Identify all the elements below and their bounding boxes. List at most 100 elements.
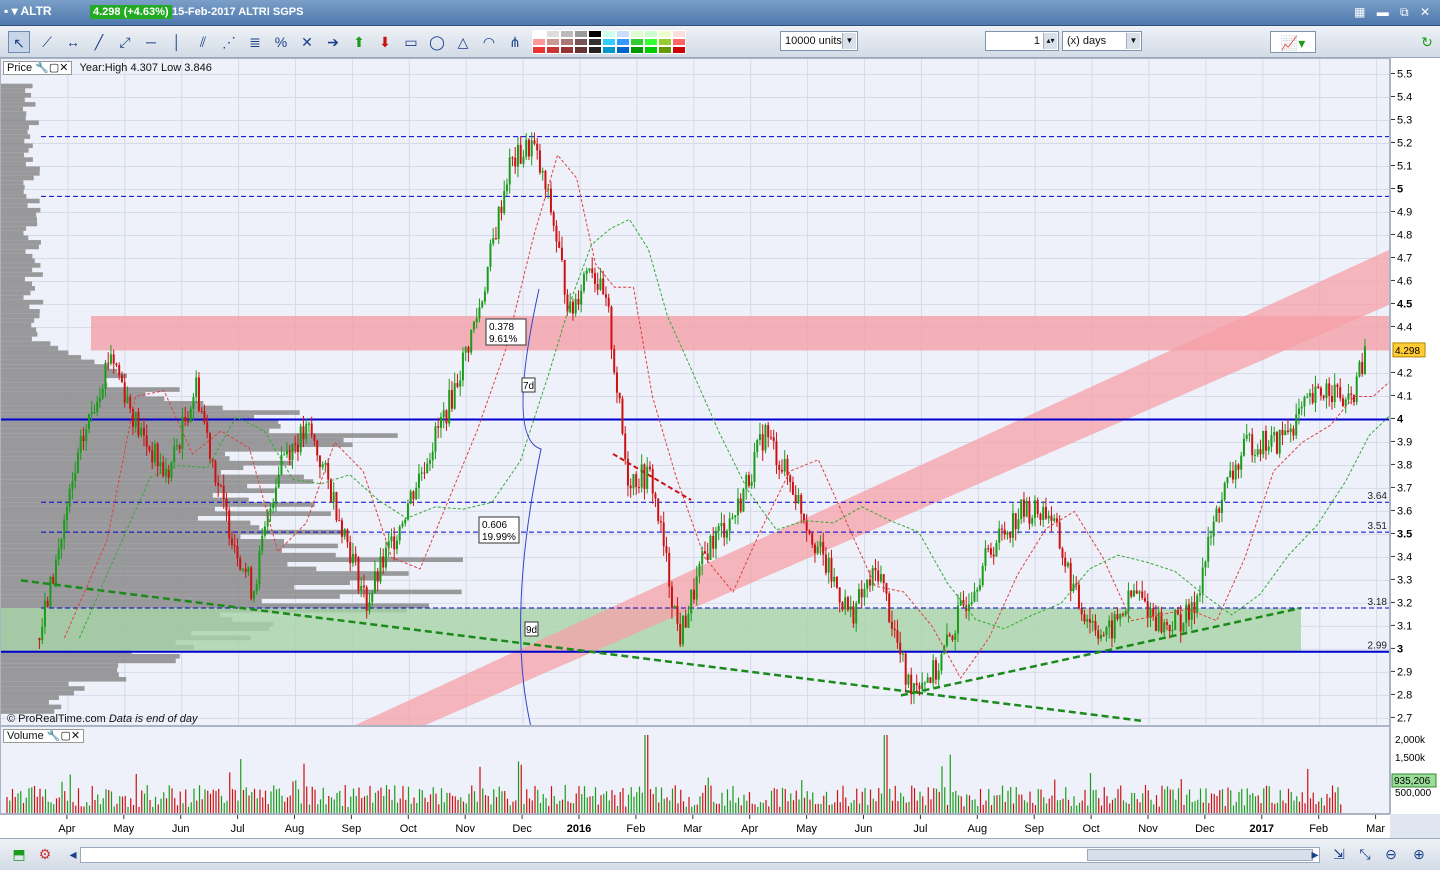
candle-body <box>846 597 849 610</box>
arc-tool-icon[interactable]: ◠ <box>478 31 500 53</box>
candle-body <box>1102 634 1105 636</box>
candle-body <box>181 416 184 449</box>
candle-body <box>274 487 277 504</box>
zoom-out-icon[interactable]: ⊖ <box>1380 843 1402 865</box>
candle-body <box>98 398 101 402</box>
candle-body <box>844 597 847 610</box>
symbol-label[interactable]: ▪ ▾ ALTR <box>4 4 52 18</box>
candle-body <box>888 593 891 622</box>
candle-body <box>508 157 511 185</box>
moving-average-short <box>63 153 1389 680</box>
candle-body <box>978 585 981 590</box>
indicator-icon[interactable]: ⚙ <box>34 843 56 865</box>
candle-body <box>984 548 987 566</box>
price-tick-label: 5.3 <box>1397 114 1412 126</box>
chart-icon[interactable]: ⬒ <box>8 843 30 865</box>
refresh-icon[interactable]: ↻ <box>1416 31 1438 53</box>
volume-axis[interactable]: 2,000k 1,500k 500,000 935,206 <box>1390 726 1440 814</box>
triangle-tool-icon[interactable]: △ <box>452 31 474 53</box>
units-select[interactable]: 10000 units ▼ <box>780 31 858 51</box>
time-mark: 7d <box>523 381 534 392</box>
candle-body <box>277 474 280 488</box>
candle-body <box>423 472 426 474</box>
candle-body <box>1196 595 1199 613</box>
time-tick-label: Apr <box>741 823 758 835</box>
candle-body <box>456 383 459 387</box>
percent-tool-icon[interactable]: % <box>270 31 292 53</box>
cursor-tool-icon[interactable]: ↖ <box>8 31 30 53</box>
candle-body <box>1328 383 1331 396</box>
candle-body <box>951 636 954 640</box>
volume-profile-bar <box>1 672 119 678</box>
time-tick-label: Jul <box>231 823 245 835</box>
pitchfork-tool-icon[interactable]: ⋔ <box>504 31 526 53</box>
candle-body <box>184 416 187 422</box>
volume-panel-header: Volume 🔧▢✕ <box>3 728 85 744</box>
line-tool-icon[interactable]: ╱ <box>88 31 110 53</box>
candle-body <box>252 591 255 599</box>
candle-body <box>343 529 346 537</box>
color-palette[interactable] <box>532 30 686 54</box>
volume-profile-bar <box>1 258 35 264</box>
arrow-down-icon[interactable]: ⬇ <box>374 31 396 53</box>
scroll-right-icon[interactable]: ▸ <box>1304 843 1326 865</box>
fan-tool-icon[interactable]: ⋰ <box>218 31 240 53</box>
volume-profile-bar <box>1 332 38 337</box>
candle-body <box>923 682 926 684</box>
candle-body <box>1319 387 1322 396</box>
candle-body <box>687 613 690 628</box>
candle-body <box>398 526 401 541</box>
candle-body <box>525 139 528 157</box>
time-tick-label: Sep <box>1024 823 1044 835</box>
segment-tool-icon[interactable]: ⤢ <box>114 31 136 53</box>
scrollbar-thumb[interactable] <box>1087 849 1313 861</box>
horizontal-arrows-icon[interactable]: ↔ <box>62 31 84 53</box>
zoom-in-icon[interactable]: ⊕ <box>1408 843 1430 865</box>
fit-chart-icon[interactable]: ⇲ <box>1328 843 1350 865</box>
horizontal-line-icon[interactable]: ─ <box>140 31 162 53</box>
volume-profile-bar <box>1 152 25 158</box>
credit-text: © ProRealTime.com Data is end of day <box>7 713 198 725</box>
period-unit-select[interactable]: (x) days ▼ <box>1062 31 1142 51</box>
price-tick-label: 5 <box>1397 183 1403 195</box>
arrow-up-icon[interactable]: ⬆ <box>348 31 370 53</box>
period-stepper[interactable]: 1 ▴▾ <box>985 31 1059 51</box>
candle-body <box>1165 622 1168 625</box>
time-axis[interactable]: Apr May Jun Jul Aug Sep Oct Nov Dec 2016 Feb Mar Apr… <box>0 814 1390 838</box>
volume-profile-bar <box>1 695 59 701</box>
candle-body <box>1039 513 1042 520</box>
window-controls[interactable]: ▦ ▬ ⧉ ✕ <box>1354 5 1434 20</box>
arrow-right-icon[interactable]: ➔ <box>322 31 344 53</box>
volume-axis-svg: 2,000k 1,500k 500,000935,206 <box>1391 735 1437 799</box>
candle-body <box>566 294 569 313</box>
candle-body <box>1176 609 1179 615</box>
candle-body <box>1198 593 1201 596</box>
candle-body <box>1119 614 1122 620</box>
volume-profile-bar <box>1 263 41 268</box>
channel-tool-icon[interactable]: ⫽ <box>192 31 214 53</box>
candle-body <box>329 479 332 503</box>
candle-body <box>332 491 335 503</box>
price-axis[interactable]: 5.5 5.4 5.3 5.2 5.1 5 4.9 4.8 4.7 4.6 4.5 4.4 4.2 4.1… <box>1390 58 1440 726</box>
volume-profile-bar <box>1 474 304 480</box>
rectangle-tool-icon[interactable]: ▭ <box>400 31 422 53</box>
ellipse-tool-icon[interactable]: ◯ <box>426 31 448 53</box>
candle-body <box>852 606 855 624</box>
vertical-line-icon[interactable]: │ <box>166 31 188 53</box>
volume-profile-bar <box>1 470 221 475</box>
volume-profile-bar <box>1 410 300 415</box>
chart-type-icon[interactable]: 📈▾ <box>1270 31 1316 53</box>
expand-icon[interactable]: ⤡ <box>1354 843 1376 865</box>
ruler-tool-icon[interactable]: ⟋ <box>36 31 58 53</box>
horizontal-scrollbar[interactable] <box>80 847 1320 863</box>
fibonacci-tool-icon[interactable]: ≣ <box>244 31 266 53</box>
price-tick-label: 4.2 <box>1397 367 1412 379</box>
volume-profile-bar <box>1 355 82 360</box>
volume-profile-bar <box>1 373 127 379</box>
volume-profile-bar <box>1 249 26 254</box>
candle-body <box>206 422 209 433</box>
volume-profile-bar <box>1 115 26 121</box>
cross-tool-icon[interactable]: ✕ <box>296 31 318 53</box>
candle-body <box>439 417 442 428</box>
candle-body <box>142 428 145 436</box>
